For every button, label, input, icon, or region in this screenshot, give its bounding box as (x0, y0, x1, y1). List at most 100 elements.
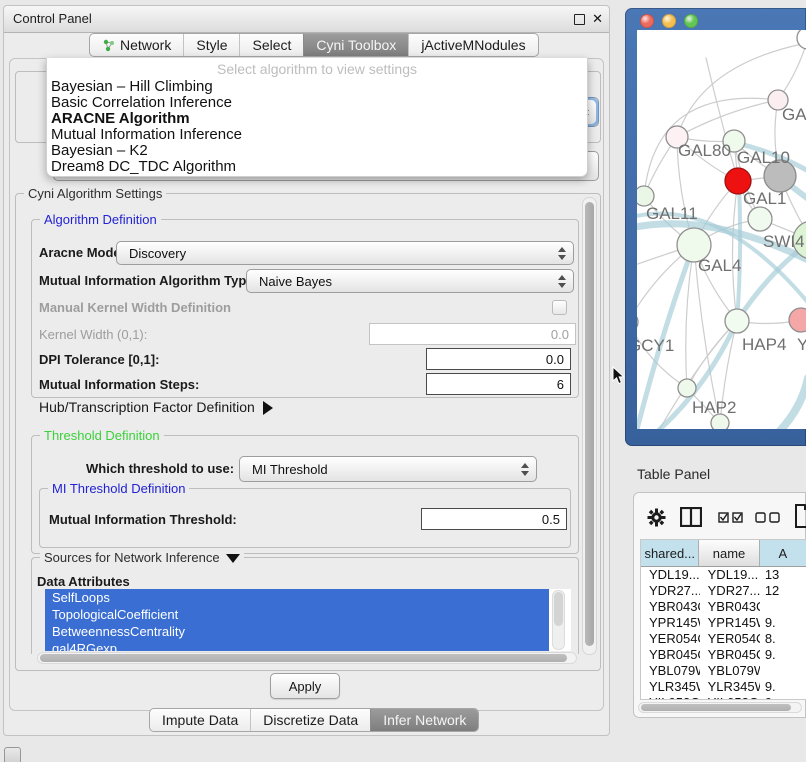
mi-threshold-field[interactable]: 0.5 (421, 508, 567, 530)
tab-style[interactable]: Style (183, 34, 239, 56)
sources-group-title[interactable]: Sources for Network Inference (40, 550, 244, 565)
table-cell: YIL052C (700, 695, 760, 700)
apply-button[interactable]: Apply (270, 673, 340, 699)
settings-vertical-scrollbar[interactable] (582, 197, 597, 655)
columns-icon[interactable] (680, 507, 702, 527)
mi-algorithm-type-value: Naive Bayes (259, 270, 332, 292)
algorithm-option[interactable]: Bayesian – Hill Climbing (51, 79, 583, 95)
table-cell (760, 663, 806, 679)
attribute-item[interactable]: SelfLoops (45, 589, 549, 606)
tab-label: Infer Network (383, 712, 466, 728)
algorithm-option[interactable]: Bayesian – K2 (51, 143, 583, 159)
algorithm-option[interactable]: Basic Correlation Inference (51, 95, 583, 111)
select-all-icon[interactable] (718, 512, 744, 523)
column-header[interactable]: name (699, 540, 759, 566)
mouse-cursor (612, 366, 625, 385)
tab-jactivemnodules[interactable]: jActiveMNodules (408, 34, 537, 56)
scrollbar-thumb[interactable] (641, 704, 791, 711)
attribute-item[interactable]: BetweennessCentrality (45, 623, 549, 640)
tab-discretize-data[interactable]: Discretize Data (250, 709, 370, 731)
tab-cyni-toolbox[interactable]: Cyni Toolbox (303, 34, 408, 56)
network-canvas[interactable]: GALGAL80GAL10GAL1GAL11SWI4GAL4GCY1HAP4YH… (637, 30, 806, 429)
dropdown-prompt: Select algorithm to view settings (47, 61, 587, 77)
table-cell: YBR043C (700, 599, 760, 615)
panel-title: Control Panel (13, 6, 92, 32)
top-tabs: Network Style SelectCyni Toolbox jActiveMNo… (89, 33, 539, 57)
aracne-mode-combo[interactable]: Discovery (116, 241, 574, 265)
mi-algorithm-type-combo[interactable]: Naive Bayes (246, 269, 574, 293)
network-node[interactable] (789, 308, 806, 332)
table-row[interactable]: YER054CYER054C8. (641, 631, 806, 647)
tab-impute-data[interactable]: Impute Data (150, 709, 250, 731)
table-row[interactable]: YBR045CYBR045C9. (641, 647, 806, 663)
node-label: GAL11 (646, 204, 698, 223)
node-label: Y (797, 335, 806, 354)
control-panel: Control Panel ✕ Network Style SelectCyni T… (3, 5, 610, 736)
table-row[interactable]: YPR145WYPR145W9. (641, 615, 806, 631)
table-row[interactable]: YDL19...YDL19...13 (641, 567, 806, 583)
network-node[interactable] (637, 186, 654, 206)
network-node[interactable] (725, 309, 749, 333)
dpi-tolerance-label: DPI Tolerance [0,1]: (39, 349, 159, 371)
tab-label: Style (196, 37, 227, 53)
list-vertical-scrollbar[interactable] (552, 590, 565, 650)
table-cell: YLR345W (700, 679, 760, 695)
scrollbar-thumb[interactable] (554, 592, 563, 626)
attribute-item[interactable]: TopologicalCoefficient (45, 606, 549, 623)
tab-label: jActiveMNodules (421, 37, 525, 53)
table-cell: YBR043C (641, 599, 700, 615)
column-header[interactable]: shared... (641, 540, 699, 566)
node-label: SWI4 (763, 232, 805, 251)
node-label: GAL10 (737, 148, 790, 167)
table-cell: YDR27... (641, 583, 700, 599)
zoom-traffic-light[interactable] (684, 14, 698, 28)
file-icon[interactable] (795, 504, 806, 528)
network-node[interactable] (637, 312, 638, 332)
table-row[interactable]: YBL079WYBL079W (641, 663, 806, 679)
attribute-item[interactable]: gal4RGexp (45, 640, 549, 651)
network-node[interactable] (797, 30, 806, 49)
tab-network[interactable]: Network (90, 34, 183, 56)
float-window-icon[interactable] (574, 14, 585, 25)
mi-steps-field[interactable]: 6 (426, 373, 571, 395)
table-body: YDL19...YDL19...13YDR27...YDR27...12YBR0… (641, 567, 806, 700)
tab-infer-network[interactable]: Infer Network (370, 709, 478, 731)
data-attributes-list[interactable]: SelfLoopsTopologicalCoefficientBetweenne… (45, 589, 571, 651)
kernel-width-field[interactable]: 0.0 (369, 323, 576, 345)
settings-group-title: Cyni Algorithm Settings (24, 186, 166, 201)
manual-kernel-checkbox[interactable] (552, 300, 567, 315)
dpi-tolerance-field[interactable]: 0.0 (426, 348, 571, 370)
table-horizontal-scrollbar[interactable] (638, 702, 802, 713)
scrollbar-thumb[interactable] (585, 202, 594, 646)
which-threshold-label: Which threshold to use: (86, 456, 234, 482)
network-node[interactable] (748, 207, 772, 231)
algorithm-option[interactable]: ARACNE Algorithm (51, 111, 583, 127)
table-row[interactable]: YDR27...YDR27...12 (641, 583, 806, 599)
spinner-arrows-icon (519, 457, 531, 481)
table-panel-title: Table Panel (637, 466, 710, 482)
network-node[interactable] (678, 379, 696, 397)
table-row[interactable]: YIL052CYIL052C9. (641, 695, 806, 700)
minimized-panel-icon[interactable] (4, 747, 21, 762)
table-row[interactable]: YLR345WYLR345W9. (641, 679, 806, 695)
which-threshold-value: MI Threshold (252, 457, 328, 481)
close-traffic-light[interactable] (640, 14, 654, 28)
column-header[interactable]: A (760, 540, 806, 566)
table-row[interactable]: YBR043CYBR043C (641, 599, 806, 615)
table-cell: YPR145W (641, 615, 700, 631)
scrollbar-thumb[interactable] (40, 654, 567, 662)
table-cell: 9. (760, 615, 806, 631)
algorithm-option[interactable]: Dream8 DC_TDC Algorithm (51, 159, 583, 175)
close-icon[interactable]: ✕ (592, 10, 603, 28)
table-cell: YBL079W (700, 663, 760, 679)
minimize-traffic-light[interactable] (662, 14, 676, 28)
settings-horizontal-scrollbar[interactable] (37, 652, 577, 664)
gear-icon[interactable] (647, 508, 666, 527)
node-label: GAL (782, 105, 806, 124)
deselect-all-icon[interactable] (755, 512, 781, 523)
tab-select[interactable]: Select (239, 34, 303, 56)
node-label: HAP4 (742, 335, 786, 354)
algorithm-option[interactable]: Mutual Information Inference (51, 127, 583, 143)
hub-definition-toggle[interactable]: Hub/Transcription Factor Definition (39, 399, 273, 416)
which-threshold-combo[interactable]: MI Threshold (239, 456, 537, 482)
